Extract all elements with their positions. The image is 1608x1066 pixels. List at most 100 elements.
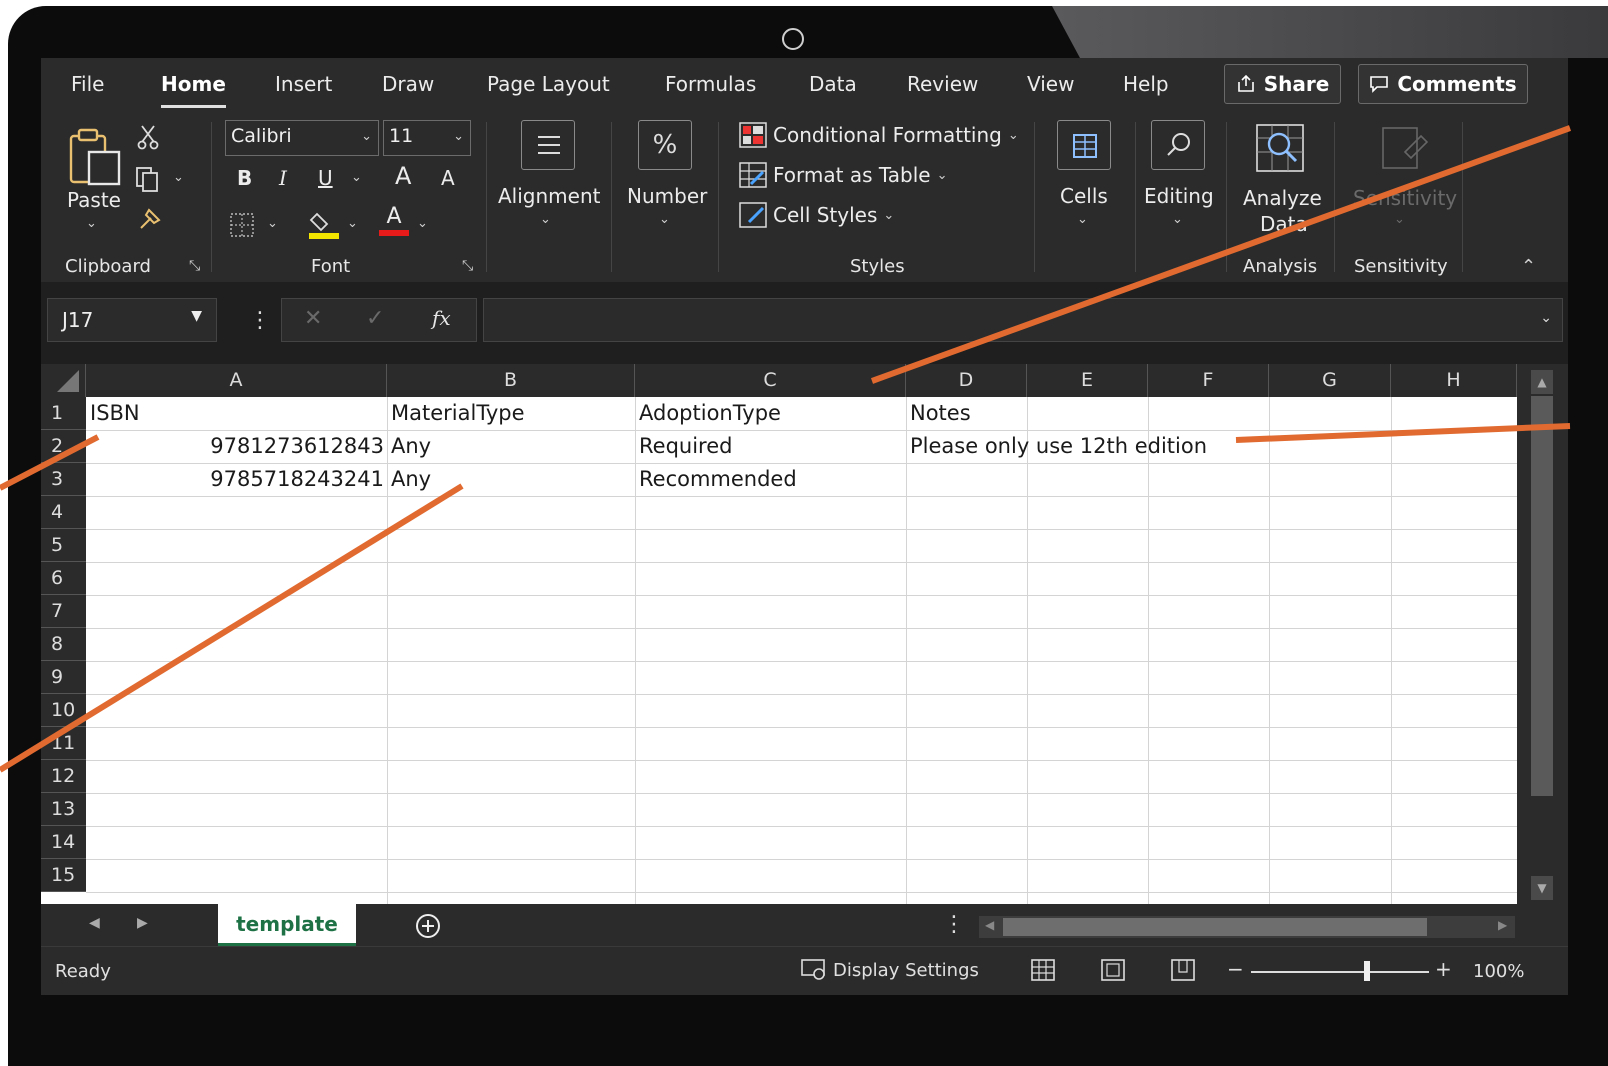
tab-file[interactable]: File: [71, 72, 104, 96]
column-header-a[interactable]: A: [86, 364, 387, 397]
horizontal-scroll-thumb[interactable]: [1003, 918, 1427, 936]
tab-page-layout[interactable]: Page Layout: [487, 72, 610, 96]
fill-color-icon[interactable]: [309, 206, 339, 240]
formula-input[interactable]: ⌄: [483, 298, 1563, 342]
chevron-down-icon[interactable]: ⌄: [540, 212, 551, 227]
vertical-scrollbar[interactable]: ▲ ▼: [1517, 364, 1568, 904]
zoom-slider-track[interactable]: [1251, 971, 1429, 973]
chevron-down-icon[interactable]: ⌄: [1077, 212, 1088, 227]
scroll-up-icon[interactable]: ▲: [1531, 370, 1553, 394]
name-box[interactable]: J17 ▼: [47, 298, 217, 342]
bold-button[interactable]: B: [237, 166, 252, 190]
row-header[interactable]: 8: [41, 628, 86, 661]
row-header[interactable]: 14: [41, 826, 86, 859]
cell-d1[interactable]: Notes: [910, 397, 971, 430]
cell-styles-button[interactable]: Cell Styles ⌄: [739, 202, 894, 228]
font-size-select[interactable]: 11 ⌄: [383, 120, 471, 156]
font-name-select[interactable]: Calibri ⌄: [225, 120, 379, 156]
tab-home[interactable]: Home: [161, 72, 226, 108]
sensitivity-button-label[interactable]: Sensitivity: [1353, 186, 1457, 210]
dialog-launcher-icon[interactable]: ⤡: [189, 258, 200, 274]
cell-b1[interactable]: MaterialType: [391, 397, 525, 430]
paste-label[interactable]: Paste: [67, 188, 121, 212]
editing-label[interactable]: Editing: [1144, 184, 1214, 208]
analyze-data-label-2[interactable]: Data: [1260, 212, 1308, 236]
italic-button[interactable]: I: [279, 166, 287, 190]
chevron-down-icon[interactable]: ⌄: [1394, 212, 1405, 227]
cells-label[interactable]: Cells: [1060, 184, 1108, 208]
column-header-c[interactable]: C: [635, 364, 906, 397]
zoom-level[interactable]: 100%: [1473, 961, 1524, 982]
scroll-left-icon[interactable]: ◀: [985, 918, 994, 932]
enter-icon[interactable]: ✓: [366, 306, 384, 331]
tab-formulas[interactable]: Formulas: [665, 72, 756, 96]
conditional-formatting-button[interactable]: Conditional Formatting ⌄: [739, 122, 1019, 148]
tab-view[interactable]: View: [1027, 72, 1074, 96]
column-header-f[interactable]: F: [1148, 364, 1269, 397]
zoom-in-icon[interactable]: +: [1435, 957, 1452, 981]
add-sheet-icon[interactable]: [414, 912, 442, 940]
cut-icon[interactable]: [137, 124, 159, 150]
cell-b2[interactable]: Any: [391, 430, 431, 463]
increase-font-button[interactable]: A: [395, 162, 411, 190]
row-header[interactable]: 6: [41, 562, 86, 595]
chevron-down-icon[interactable]: ⌄: [173, 170, 184, 185]
borders-icon[interactable]: [229, 212, 255, 238]
more-options-icon[interactable]: ⋮: [943, 912, 965, 937]
cell-c1[interactable]: AdoptionType: [639, 397, 781, 430]
analyze-data-icon[interactable]: [1254, 122, 1306, 174]
insert-function-icon[interactable]: fx: [432, 306, 451, 330]
chevron-down-icon[interactable]: ⌄: [659, 212, 670, 227]
row-header[interactable]: 11: [41, 727, 86, 760]
underline-button[interactable]: U: [318, 166, 333, 190]
column-header-g[interactable]: G: [1269, 364, 1391, 397]
format-painter-icon[interactable]: [137, 206, 163, 232]
zoom-out-icon[interactable]: −: [1227, 957, 1244, 981]
chevron-down-icon[interactable]: ⌄: [417, 216, 428, 231]
chevron-down-icon[interactable]: ⌄: [86, 216, 97, 231]
row-header[interactable]: 10: [41, 694, 86, 727]
page-break-view-icon[interactable]: [1171, 959, 1195, 981]
cell-c3[interactable]: Recommended: [639, 463, 797, 496]
next-sheet-icon[interactable]: ▶: [137, 915, 148, 931]
zoom-slider-thumb[interactable]: [1363, 961, 1370, 981]
column-header-b[interactable]: B: [387, 364, 635, 397]
collapse-ribbon-icon[interactable]: ⌃: [1521, 256, 1536, 277]
column-header-d[interactable]: D: [906, 364, 1027, 397]
row-header[interactable]: 1: [41, 397, 86, 430]
font-color-button[interactable]: A: [379, 204, 409, 236]
number-format-button[interactable]: %: [638, 120, 692, 170]
number-label[interactable]: Number: [627, 184, 707, 208]
copy-icon[interactable]: [135, 166, 163, 192]
expand-formula-icon[interactable]: ⌄: [1540, 310, 1552, 326]
display-settings-button[interactable]: Display Settings: [801, 959, 979, 981]
chevron-down-icon[interactable]: ⌄: [351, 170, 362, 185]
cancel-icon[interactable]: ✕: [304, 306, 322, 331]
cell-a1[interactable]: ISBN: [90, 397, 140, 430]
row-header[interactable]: 9: [41, 661, 86, 694]
spreadsheet-grid[interactable]: A B C D E F G H 1 2 3 4 5 6 7 8 9 10 11 …: [41, 364, 1568, 904]
cell-d2[interactable]: Please only use 12th edition: [910, 430, 1207, 463]
sheet-tab-template[interactable]: template: [218, 904, 356, 946]
row-header[interactable]: 12: [41, 760, 86, 793]
row-header[interactable]: 4: [41, 496, 86, 529]
scroll-right-icon[interactable]: ▶: [1498, 918, 1507, 932]
tab-insert[interactable]: Insert: [275, 72, 332, 96]
row-header[interactable]: 3: [41, 463, 86, 496]
paste-icon[interactable]: [67, 126, 123, 188]
tab-review[interactable]: Review: [907, 72, 978, 96]
share-button[interactable]: Share: [1224, 64, 1341, 104]
chevron-down-icon[interactable]: ⌄: [1172, 212, 1183, 227]
cell-c2[interactable]: Required: [639, 430, 732, 463]
alignment-label[interactable]: Alignment: [498, 184, 600, 208]
row-header[interactable]: 13: [41, 793, 86, 826]
chevron-down-icon[interactable]: ⌄: [347, 216, 358, 231]
tab-draw[interactable]: Draw: [382, 72, 434, 96]
row-header[interactable]: 2: [41, 430, 86, 463]
row-header[interactable]: 5: [41, 529, 86, 562]
vertical-scroll-thumb[interactable]: [1531, 396, 1553, 796]
tab-data[interactable]: Data: [809, 72, 857, 96]
cell-a3[interactable]: 9785718243241: [86, 463, 384, 496]
editing-button[interactable]: [1151, 120, 1205, 170]
analyze-data-label-1[interactable]: Analyze: [1243, 186, 1322, 210]
